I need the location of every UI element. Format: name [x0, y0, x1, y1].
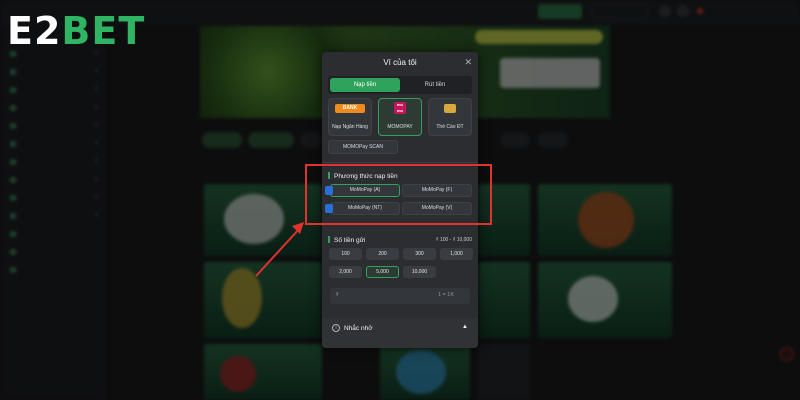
- bank-icon: BANK: [335, 104, 365, 113]
- method-phone-card-label: Thẻ Cào ĐT: [436, 124, 464, 130]
- amount-preset[interactable]: 100: [329, 248, 362, 260]
- currency-symbol: ₫: [336, 292, 339, 298]
- amount-preset[interactable]: 10,000: [403, 266, 436, 278]
- amount-preset[interactable]: 200: [366, 248, 399, 260]
- modal-title: Ví của tôi: [383, 58, 417, 67]
- method-momopay-label: MOMOPAY: [387, 124, 413, 130]
- momo-icon: mo mo: [394, 102, 406, 114]
- card-icon: [444, 104, 456, 113]
- reminder-section[interactable]: i Nhắc nhở ▲: [322, 318, 478, 348]
- reminder-label: Nhắc nhở: [344, 325, 373, 332]
- info-icon: i: [332, 324, 340, 332]
- highlight-box: [305, 164, 492, 225]
- logo-text-bet: BET: [61, 9, 146, 53]
- method-phone-card[interactable]: Thẻ Cào ĐT: [428, 98, 472, 136]
- method-bank[interactable]: BANK Nạp Ngân Hàng: [328, 98, 372, 136]
- brand-logo: E2BET: [7, 12, 145, 50]
- conversion-rate: 1 = 1K: [437, 292, 454, 298]
- tab-withdraw[interactable]: Rút tiền: [400, 78, 470, 92]
- amount-preset[interactable]: 300: [403, 248, 436, 260]
- momopay-scan-button[interactable]: MOMOPay SCAN: [328, 140, 398, 154]
- close-icon[interactable]: ✕: [464, 57, 472, 68]
- amount-preset[interactable]: 1,000: [440, 248, 473, 260]
- amount-title: Số tiền gửi: [328, 236, 365, 244]
- method-momopay[interactable]: mo mo MOMOPAY: [378, 98, 422, 136]
- amount-title-text: Số tiền gửi: [334, 237, 366, 244]
- amount-preset[interactable]: 2,000: [329, 266, 362, 278]
- chevron-up-icon: ▲: [462, 324, 468, 330]
- method-bank-label: Nạp Ngân Hàng: [332, 124, 368, 130]
- tab-deposit[interactable]: Nạp tiền: [330, 78, 400, 92]
- wallet-tabs: Nạp tiền Rút tiền: [328, 76, 472, 94]
- amount-range: ₫ 100 - ₫ 10,000: [436, 237, 472, 243]
- logo-text-e2: E2: [7, 9, 62, 53]
- divider: [322, 162, 478, 163]
- amount-preset-selected[interactable]: 5,000: [366, 266, 399, 278]
- section-bar: [328, 236, 330, 243]
- amount-input[interactable]: ₫ 1 = 1K: [330, 288, 470, 304]
